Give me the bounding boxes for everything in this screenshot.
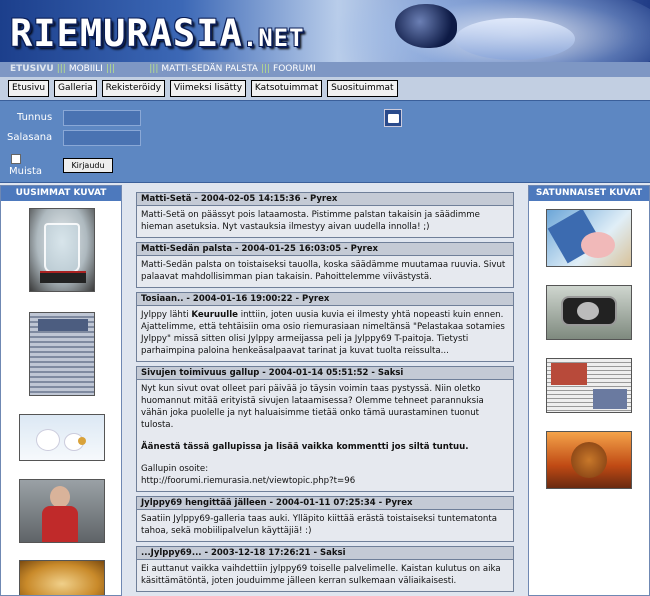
lion-painting-photo[interactable] — [546, 431, 632, 489]
remember-label: Muista — [9, 166, 43, 177]
topnav-separator: ||| ||| — [105, 64, 159, 74]
bear-shape — [36, 429, 60, 451]
post-title[interactable]: Tosiaan.. - 2004-01-16 19:00:22 - Pyrex — [137, 293, 513, 306]
site-logo[interactable]: RIEMURASIA.NET — [10, 12, 305, 55]
camera-shape — [577, 302, 599, 320]
camera-in-mirror-photo[interactable] — [546, 285, 632, 340]
collage-headline — [551, 363, 587, 385]
topnav-link-foorumi[interactable]: FOORUMI — [273, 64, 316, 74]
random-images-column: SATUNNAISET KUVAT — [528, 185, 650, 596]
glass-coaster — [40, 271, 86, 283]
post-paragraph: Nyt kun sivut ovat olleet pari päivää jo… — [141, 384, 484, 430]
post-body: Saatiin Jylppy69-galleria taas auki. Yll… — [137, 510, 513, 541]
ball-shape — [78, 437, 86, 445]
post-body: Jylppy lähti Keuruulle inttiin, joten uu… — [137, 306, 513, 361]
post-body: Matti-Setä on päässyt pois lataamosta. P… — [137, 206, 513, 237]
random-images-title: SATUNNAISET KUVAT — [529, 186, 649, 201]
topnav-separator: ||| — [260, 64, 271, 74]
topnav-link-matti-seta[interactable]: MATTI-SEDÄN PALSTA — [161, 64, 258, 74]
katsotuimmat-button[interactable]: Katsotuimmat — [250, 80, 323, 97]
etusivu-button[interactable]: Etusivu — [8, 80, 50, 97]
collage-photo — [593, 389, 627, 409]
post-title[interactable]: Sivujen toimivuus gallup - 2004-01-14 05… — [137, 367, 513, 380]
newest-images-column: UUSIMMAT KUVAT — [0, 185, 122, 596]
image-placeholder-icon — [384, 109, 402, 127]
site-header: RIEMURASIA.NET — [0, 0, 650, 62]
logo-suffix-text: .NET — [242, 24, 305, 52]
galleria-button[interactable]: Galleria — [54, 80, 97, 97]
newspaper-clipping-photo[interactable] — [29, 312, 95, 396]
newspaper-collage-photo[interactable] — [546, 358, 632, 413]
post-title[interactable]: Matti-Setä - 2004-02-05 14:15:36 - Pyrex — [137, 193, 513, 206]
remember-checkbox[interactable] — [11, 154, 21, 164]
child-photo[interactable] — [19, 479, 105, 543]
password-input[interactable] — [63, 130, 141, 146]
pig-in-deckchair-photo[interactable] — [546, 209, 632, 267]
header-figure-head — [395, 4, 457, 48]
post-body: Nyt kun sivut ovat olleet pari päivää jo… — [137, 380, 513, 491]
news-post: ...Jylppy69... - 2003-12-18 17:26:21 - S… — [136, 546, 514, 592]
news-post: Tosiaan.. - 2004-01-16 19:00:22 - Pyrex … — [136, 292, 514, 362]
gallup-link[interactable]: Gallupin osoite: http://foorumi.riemuras… — [141, 463, 509, 487]
news-post: Matti-Setä - 2004-02-05 14:15:36 - Pyrex… — [136, 192, 514, 238]
logo-main-text: RIEMURASIA — [10, 12, 243, 55]
viimeksi-lisatty-button[interactable]: Viimeksi lisätty — [169, 80, 247, 97]
post-title[interactable]: Jylppy69 hengittää jälleen - 2004-01-11 … — [137, 497, 513, 510]
pig-shape — [581, 232, 615, 258]
post-paragraph-bold: Äänestä tässä gallupissa ja lisää vaikka… — [141, 442, 469, 452]
post-paragraph: Ei auttanut vaikka vaihdettiin jylppy69 … — [141, 564, 501, 586]
lion-head — [571, 442, 607, 478]
topnav-separator: ||| — [56, 64, 66, 74]
suosituimmat-button[interactable]: Suosituimmat — [327, 80, 398, 97]
login-button[interactable]: Kirjaudu — [63, 158, 113, 173]
rekisteroidy-button[interactable]: Rekisteröidy — [101, 80, 166, 97]
post-paragraph: Jylppy lähti Keuruulle inttiin, joten uu… — [141, 309, 509, 357]
top-navigation: ETUSIVU ||| MOBIILI ||| ||| MATTI-SEDÄN PALS… — [0, 62, 650, 77]
login-panel: Tunnus Salasana Muista Kirjaudu — [0, 100, 650, 183]
news-post: Sivujen toimivuus gallup - 2004-01-14 05… — [136, 366, 514, 492]
post-bold-text: Keuruulle — [191, 310, 238, 320]
glass-shape — [44, 223, 80, 273]
username-input[interactable] — [63, 110, 141, 126]
newest-images-title: UUSIMMAT KUVAT — [1, 186, 121, 201]
password-label: Salasana — [7, 132, 53, 143]
glass-photo[interactable] — [29, 208, 95, 292]
food-photo[interactable] — [19, 560, 105, 595]
username-label: Tunnus — [17, 112, 53, 123]
post-title[interactable]: ...Jylppy69... - 2003-12-18 17:26:21 - S… — [137, 547, 513, 560]
clipping-headline — [38, 319, 88, 331]
post-body: Ei auttanut vaikka vaihdettiin jylppy69 … — [137, 560, 513, 591]
post-body: Matti-Sedän palsta on toistaiseksi tauol… — [137, 256, 513, 287]
news-post: Jylppy69 hengittää jälleen - 2004-01-11 … — [136, 496, 514, 542]
post-paragraph: Matti-Sedän palsta on toistaiseksi tauol… — [141, 260, 506, 282]
news-column: Matti-Setä - 2004-02-05 14:15:36 - Pyrex… — [136, 192, 514, 596]
post-paragraph: Matti-Setä on päässyt pois lataamosta. P… — [141, 210, 480, 232]
polar-bears-photo[interactable] — [19, 414, 105, 461]
news-post: Matti-Sedän palsta - 2004-01-25 16:03:05… — [136, 242, 514, 288]
child-head — [50, 486, 70, 508]
topnav-link-etusivu[interactable]: ETUSIVU — [10, 64, 54, 74]
header-figure-body — [455, 18, 575, 60]
post-paragraph: Saatiin Jylppy69-galleria taas auki. Yll… — [141, 514, 498, 536]
main-button-bar: Etusivu Galleria Rekisteröidy Viimeksi l… — [0, 77, 650, 100]
post-title[interactable]: Matti-Sedän palsta - 2004-01-25 16:03:05… — [137, 243, 513, 256]
topnav-link-mobiili[interactable]: MOBIILI — [69, 64, 103, 74]
post-text: Jylppy lähti — [141, 310, 192, 320]
child-body — [42, 506, 78, 542]
